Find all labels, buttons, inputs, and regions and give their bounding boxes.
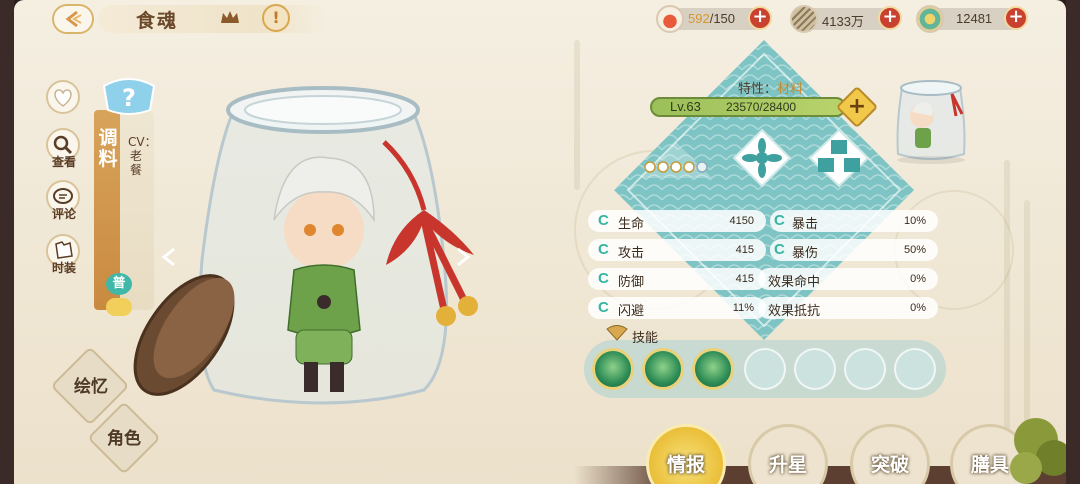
skill-slot-3[interactable] (692, 348, 734, 390)
stat-value: 0% (910, 273, 926, 285)
skill-slot-locked[interactable] (744, 348, 786, 390)
stat-name: 攻击 (618, 246, 645, 261)
moon-phase-icon[interactable] (638, 140, 714, 180)
game-screen: 食魂 ! 592/150 + 4133万 + 12481 + 查看 评论 时装 … (14, 0, 1066, 484)
stat-value: 50% (903, 244, 926, 256)
back-arrow-icon (65, 10, 82, 28)
tab-info-label: 情报 (666, 454, 705, 476)
warning-icon[interactable]: ! (262, 4, 290, 32)
top-bar: 食魂 ! 592/150 + 4133万 + 12481 + (14, 0, 1066, 36)
stat-name: 暴伤 (792, 246, 819, 261)
skill-slot-locked[interactable] (844, 348, 886, 390)
comment-label: 评论 (51, 207, 76, 221)
right-frame (1066, 0, 1080, 484)
stat-value: 0% (910, 302, 926, 314)
stat-name: 生命 (618, 217, 645, 232)
grade-mark: C (598, 299, 609, 316)
outfit-label: 时装 (51, 261, 76, 275)
page-title: 食魂 (136, 10, 179, 32)
next-character-arrow-icon[interactable] (450, 246, 472, 268)
stat-row-hit: 效果命中 0% (758, 268, 938, 290)
skill-slot-locked[interactable] (794, 348, 836, 390)
character-name: 调料 (98, 127, 118, 170)
add-stamina-button[interactable]: + (748, 6, 772, 30)
add-gold-button[interactable]: + (878, 6, 902, 30)
add-jade-button[interactable]: + (1004, 6, 1028, 30)
bg-bamboo (1004, 160, 1010, 440)
stat-row-crit: C 暴击 10% (770, 210, 938, 232)
jade-icon (916, 5, 944, 33)
trait-label: 特性： (738, 82, 778, 97)
stat-value: 11% (732, 302, 754, 314)
view-label: 查看 (51, 155, 76, 169)
back-button[interactable] (52, 4, 94, 34)
stat-name: 效果抵抗 (768, 304, 821, 319)
stamina-current: 592 (688, 11, 710, 26)
role-label: 角色 (107, 429, 141, 449)
stat-name: 暴击 (792, 217, 819, 232)
left-frame (0, 0, 14, 484)
skill-slot-locked[interactable] (894, 348, 936, 390)
plus-icon: + (847, 94, 867, 119)
trait-value: 材料 (777, 82, 804, 97)
stat-value: 4150 (729, 215, 754, 227)
coin-icon (790, 5, 818, 33)
stamina-resource: 592/150 + (656, 5, 772, 33)
gold-value: 4133万 (822, 14, 864, 29)
stat-value: 415 (735, 273, 754, 285)
stat-row-resist: 效果抵抗 0% (758, 297, 938, 319)
level-value: Lv.63 (670, 99, 701, 114)
tab-breakthrough-label: 突破 (870, 454, 909, 476)
title-pill (98, 5, 328, 33)
stat-row-def: C 防御 415 (588, 268, 766, 290)
exp-value: 23570/28400 (726, 100, 797, 114)
stat-name: 效果命中 (768, 275, 821, 290)
jade-resource: 12481 + (916, 5, 1028, 33)
stat-row-atk: C 攻击 415 (588, 239, 766, 261)
stat-name: 防御 (618, 275, 645, 290)
position-type-icon[interactable] (808, 128, 870, 188)
grade-mark: C (774, 212, 785, 229)
stat-name: 闪避 (618, 304, 645, 319)
stat-row-hp: C 生命 4150 (588, 210, 766, 232)
prev-character-arrow-icon[interactable] (160, 246, 182, 268)
bowl-icon (656, 5, 684, 33)
stat-row-critdmg: C 暴伤 50% (770, 239, 938, 261)
grade-mark: C (774, 241, 785, 258)
gold-resource: 4133万 + (790, 5, 902, 33)
flower-element-icon[interactable] (732, 128, 792, 188)
skill-slot-2[interactable] (642, 348, 684, 390)
gallery-label: 绘忆 (74, 377, 108, 397)
skill-slot-1[interactable] (592, 348, 634, 390)
pine-decoration-icon (1010, 418, 1066, 484)
favorite-button[interactable] (46, 80, 80, 114)
crown-icon[interactable] (220, 9, 240, 25)
grade-mark: C (598, 241, 609, 258)
skill-label: 技能 (632, 331, 659, 346)
stat-row-dodge: C 闪避 11% (588, 297, 766, 319)
bg-bamboo (574, 40, 580, 190)
grade-mark: C (598, 212, 609, 229)
stamina-max: /150 (709, 11, 736, 26)
tab-star-up-label: 升星 (768, 454, 807, 476)
jade-value: 12481 (956, 11, 993, 26)
fan-icon (606, 325, 628, 341)
stat-value: 415 (735, 244, 754, 256)
stat-value: 10% (903, 215, 926, 227)
trait-line: 特性：材料 (738, 78, 803, 97)
heart-icon (54, 89, 72, 107)
grade-mark: C (598, 270, 609, 287)
character-portrait-thumbnail[interactable] (882, 76, 980, 170)
